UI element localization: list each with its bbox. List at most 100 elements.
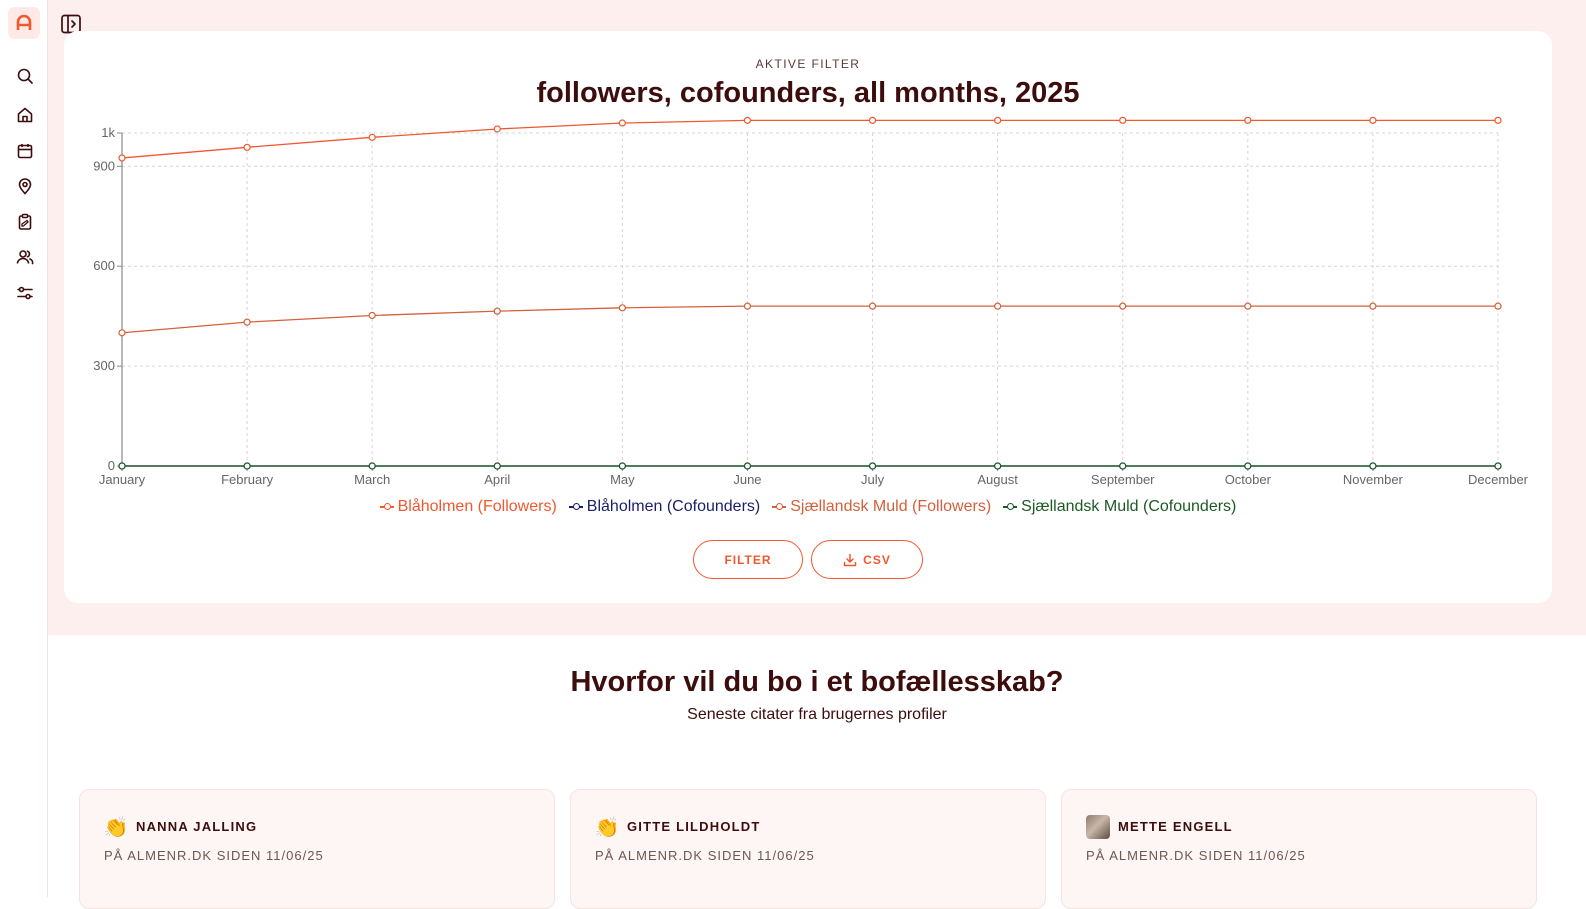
x-tick-label: July bbox=[861, 472, 885, 487]
data-point bbox=[1494, 302, 1502, 310]
download-icon bbox=[843, 553, 857, 566]
series-line bbox=[121, 305, 1498, 334]
data-point bbox=[243, 318, 251, 326]
legend-label: Sjællandsk Muld (Followers) bbox=[790, 498, 992, 515]
data-point bbox=[994, 302, 1002, 310]
quote-card[interactable]: 👏 GITTE LILDHOLDT PÅ ALMENR.DK SIDEN 11/… bbox=[570, 789, 1046, 909]
chart-actions: FILTER CSV bbox=[693, 540, 923, 579]
legend-marker-icon bbox=[772, 502, 787, 512]
sidebar bbox=[0, 0, 48, 897]
avatar bbox=[1086, 815, 1110, 839]
quote-author-meta: PÅ ALMENR.DK SIDEN 11/06/25 bbox=[1086, 848, 1306, 863]
quote-card[interactable]: 👏 NANNA JALLING PÅ ALMENR.DK SIDEN 11/06… bbox=[79, 789, 555, 909]
data-point bbox=[868, 462, 877, 470]
data-point bbox=[994, 116, 1002, 124]
legend-marker-icon bbox=[568, 502, 583, 512]
data-point bbox=[1119, 302, 1127, 310]
data-point bbox=[118, 462, 126, 470]
legend-label: Blåholmen (Cofounders) bbox=[586, 498, 761, 515]
csv-download-button[interactable]: CSV bbox=[811, 540, 923, 579]
data-point bbox=[1494, 116, 1502, 124]
data-point bbox=[1494, 462, 1502, 470]
data-point bbox=[243, 462, 251, 470]
series-line bbox=[121, 119, 1498, 159]
quote-author-name: NANNA JALLING bbox=[136, 819, 258, 834]
filter-button[interactable]: FILTER bbox=[693, 540, 803, 579]
clapping-hands-icon: 👏 bbox=[103, 816, 129, 839]
data-point bbox=[368, 311, 376, 320]
clipboard-icon[interactable] bbox=[14, 211, 36, 233]
map-pin-icon[interactable] bbox=[14, 175, 36, 197]
data-point bbox=[118, 154, 126, 162]
y-tick-label: 0 bbox=[108, 458, 115, 473]
users-icon[interactable] bbox=[14, 246, 36, 268]
data-point bbox=[368, 462, 376, 470]
line-chart: 0 300 600 900 1k January February March April May… bbox=[93, 116, 1529, 487]
x-tick-label: May bbox=[610, 472, 635, 487]
data-point bbox=[1244, 462, 1252, 470]
x-tick-label: June bbox=[733, 472, 761, 487]
csv-button-label: CSV bbox=[863, 552, 891, 567]
x-tick-label: December bbox=[1468, 472, 1529, 487]
sliders-icon[interactable] bbox=[14, 282, 36, 304]
legend-item[interactable]: Sjællandsk Muld (Followers) bbox=[772, 498, 991, 516]
search-icon[interactable] bbox=[14, 65, 36, 87]
x-tick-label: September bbox=[1091, 472, 1155, 487]
data-point bbox=[1369, 302, 1377, 310]
data-point bbox=[1119, 116, 1127, 124]
data-point bbox=[618, 462, 626, 470]
data-point bbox=[1369, 462, 1377, 470]
filter-chart-card: AKTIVE FILTER followers, cofounders, all… bbox=[64, 31, 1552, 603]
x-tick-label: November bbox=[1343, 472, 1404, 487]
legend-marker-icon bbox=[379, 502, 394, 512]
x-tick-label: April bbox=[484, 472, 510, 487]
data-point bbox=[868, 302, 877, 310]
y-tick-label: 900 bbox=[93, 158, 115, 173]
quote-author-name: GITTE LILDHOLDT bbox=[627, 819, 761, 834]
data-point bbox=[868, 116, 877, 124]
data-point bbox=[493, 125, 501, 133]
quote-author-meta: PÅ ALMENR.DK SIDEN 11/06/25 bbox=[104, 848, 324, 863]
x-tick-label: August bbox=[977, 472, 1018, 487]
data-point bbox=[1369, 116, 1377, 124]
quotes-section-title: Hvorfor vil du bo i et bofællesskab? bbox=[570, 666, 1064, 698]
quote-author-name: METTE ENGELL bbox=[1118, 819, 1233, 834]
x-tick-label: October bbox=[1225, 472, 1272, 487]
data-point bbox=[618, 304, 626, 312]
home-icon[interactable] bbox=[14, 104, 36, 126]
quote-card[interactable]: METTE ENGELL PÅ ALMENR.DK SIDEN 11/06/25 bbox=[1061, 789, 1537, 909]
data-point bbox=[493, 462, 501, 470]
data-point bbox=[994, 462, 1002, 470]
chart-legend: Blåholmen (Followers) Blåholmen (Cofounde… bbox=[64, 498, 1552, 516]
data-point bbox=[493, 307, 501, 315]
data-point bbox=[743, 462, 752, 470]
data-point bbox=[243, 143, 251, 151]
clapping-hands-icon: 👏 bbox=[594, 816, 620, 839]
data-point bbox=[368, 133, 376, 141]
x-tick-label: March bbox=[354, 472, 390, 487]
data-point bbox=[743, 302, 752, 310]
data-point bbox=[618, 119, 626, 127]
data-point bbox=[1119, 462, 1127, 470]
legend-item[interactable]: Sjællandsk Muld (Cofounders) bbox=[1003, 498, 1236, 516]
app-logo[interactable] bbox=[8, 7, 40, 39]
data-point bbox=[1244, 116, 1252, 124]
x-tick-label: January bbox=[99, 472, 146, 487]
data-point bbox=[1244, 302, 1252, 310]
legend-marker-icon bbox=[1003, 502, 1018, 512]
x-tick-label: February bbox=[221, 472, 274, 487]
legend-item[interactable]: Blåholmen (Followers) bbox=[379, 498, 557, 516]
logo-icon bbox=[16, 14, 32, 30]
legend-label: Sjællandsk Muld (Cofounders) bbox=[1021, 498, 1237, 515]
quotes-section-subtitle: Seneste citater fra brugernes profiler bbox=[687, 706, 947, 723]
quote-author-meta: PÅ ALMENR.DK SIDEN 11/06/25 bbox=[595, 848, 815, 863]
calendar-icon[interactable] bbox=[14, 140, 36, 162]
legend-label: Blåholmen (Followers) bbox=[397, 498, 557, 515]
legend-item[interactable]: Blåholmen (Cofounders) bbox=[568, 498, 761, 516]
data-point bbox=[743, 116, 752, 124]
filter-button-label: FILTER bbox=[724, 552, 772, 567]
y-tick-label: 300 bbox=[93, 358, 115, 373]
y-tick-label: 600 bbox=[93, 258, 115, 273]
data-point bbox=[118, 329, 126, 337]
y-tick-label: 1k bbox=[101, 125, 115, 140]
